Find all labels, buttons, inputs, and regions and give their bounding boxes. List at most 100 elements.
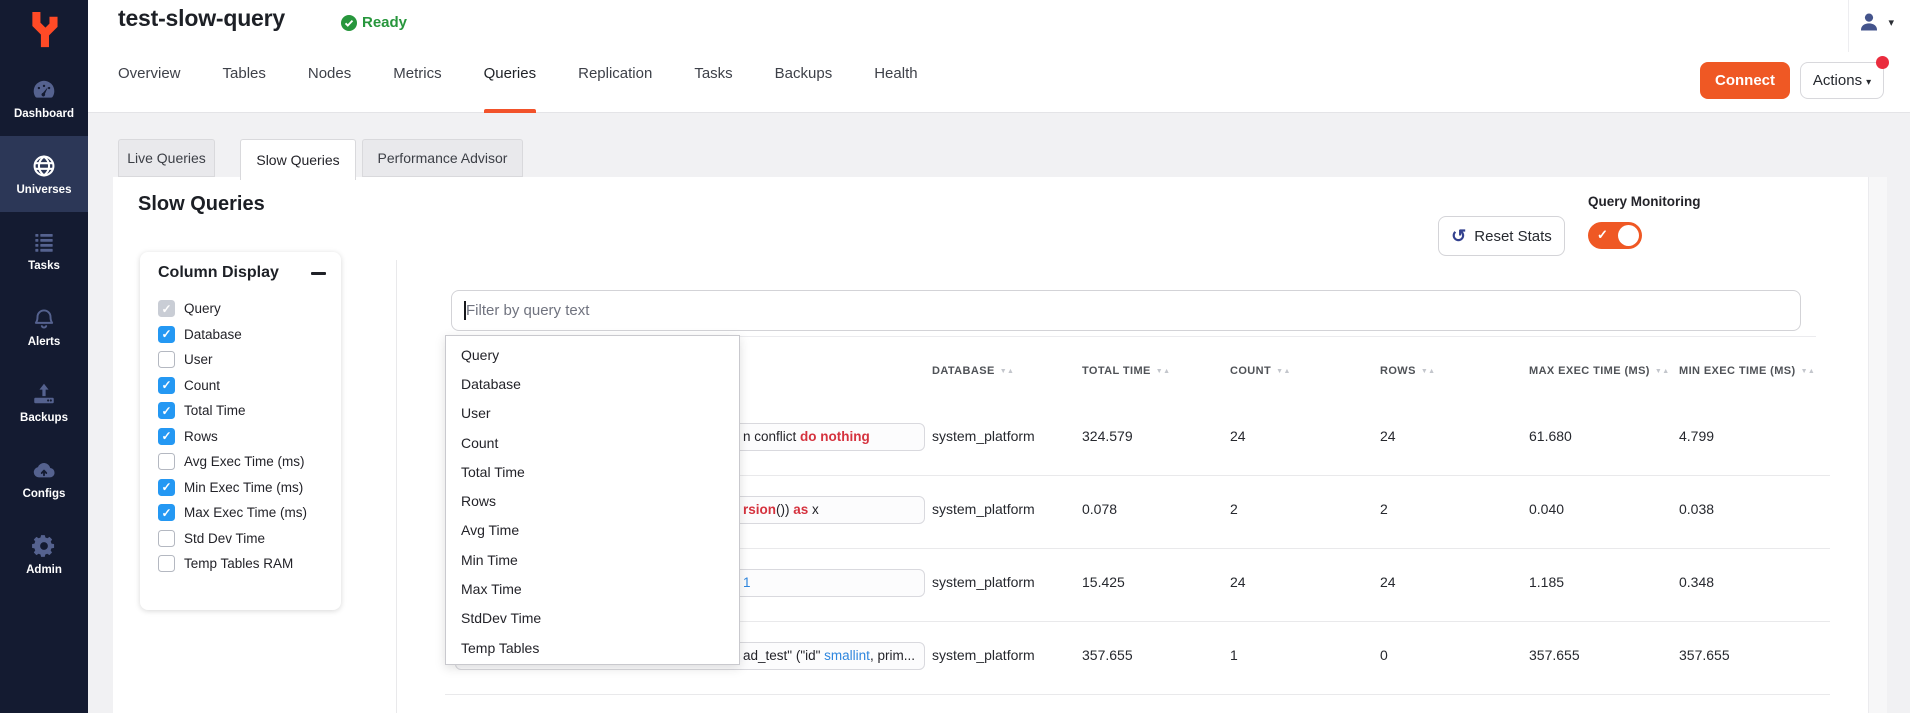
column-checkbox-count[interactable]: Count [158, 373, 335, 399]
sidebar-item-label: Universes [17, 184, 72, 196]
checkbox[interactable] [158, 479, 175, 496]
query-monitoring-toggle[interactable]: ✓ [1588, 222, 1642, 249]
column-header-total-time[interactable]: TOTAL TIME ▼▲ [1082, 365, 1170, 377]
dropdown-item-max-time[interactable]: Max Time [446, 574, 739, 603]
dropdown-item-total-time[interactable]: Total Time [446, 457, 739, 486]
chevron-down-icon: ▾ [1866, 77, 1871, 88]
sidebar-item-label: Backups [20, 412, 68, 424]
subtab-performance-advisor[interactable]: Performance Advisor [362, 139, 523, 177]
subtab-slow-queries[interactable]: Slow Queries [240, 139, 356, 180]
dropdown-item-stddev-time[interactable]: StdDev Time [446, 604, 739, 633]
column-checkbox-database[interactable]: Database [158, 322, 335, 348]
user-avatar-icon [1857, 10, 1881, 34]
column-checkbox-user[interactable]: User [158, 347, 335, 373]
checkbox-label: User [184, 352, 213, 367]
column-header-count[interactable]: COUNT▼▲ [1230, 365, 1291, 377]
column-header-min-exec-time-ms[interactable]: MIN EXEC TIME (MS)▼▲ [1679, 365, 1815, 377]
checkbox[interactable] [158, 530, 175, 547]
sidebar-item-alerts[interactable]: Alerts [0, 288, 88, 364]
checkbox[interactable] [158, 402, 175, 419]
checkbox[interactable] [158, 428, 175, 445]
query-segment: rsion [743, 502, 776, 517]
sidebar-item-label: Dashboard [14, 108, 74, 120]
sidebar-item-backups[interactable]: Backups [0, 364, 88, 440]
checkbox-label: Temp Tables RAM [184, 556, 293, 571]
dropdown-item-query[interactable]: Query [446, 340, 739, 369]
alerts-icon [31, 305, 57, 331]
collapse-icon[interactable] [311, 272, 326, 275]
checkbox[interactable] [158, 300, 175, 317]
column-checkbox-avg-exec-time-ms[interactable]: Avg Exec Time (ms) [158, 449, 335, 475]
dropdown-item-database[interactable]: Database [446, 369, 739, 398]
dropdown-item-temp-tables[interactable]: Temp Tables [446, 633, 739, 662]
dropdown-item-rows[interactable]: Rows [446, 486, 739, 515]
column-header-label: TOTAL TIME [1082, 365, 1151, 377]
sidebar-item-label: Alerts [28, 336, 61, 348]
scrollbar[interactable] [1868, 177, 1887, 713]
tab-tasks[interactable]: Tasks [694, 52, 732, 113]
checkbox-label: Query [184, 301, 221, 316]
checkbox[interactable] [158, 326, 175, 343]
connect-button[interactable]: Connect [1700, 62, 1790, 99]
checkbox-label: Total Time [184, 403, 246, 418]
query-filter-input[interactable] [451, 290, 1801, 331]
tab-label: Metrics [393, 65, 441, 82]
column-checkbox-list: Query Database User Count Total Time RowsAvg … [158, 296, 335, 577]
sidebar-item-label: Admin [26, 564, 62, 576]
checkbox[interactable] [158, 555, 175, 572]
column-checkbox-temp-tables-ram[interactable]: Temp Tables RAM [158, 551, 335, 577]
status-badge: Ready [341, 14, 407, 31]
sidebar-item-admin[interactable]: Admin [0, 516, 88, 592]
tasks-icon [31, 229, 57, 255]
column-header-database[interactable]: DATABASE▼▲ [932, 365, 1014, 377]
subtab-label: Performance Advisor [378, 150, 508, 166]
tab-label: Replication [578, 65, 652, 82]
top-header: test-slow-query Ready ▾ OverviewTablesNo… [88, 0, 1910, 113]
sidebar-item-universes[interactable]: Universes [0, 136, 88, 212]
tab-replication[interactable]: Replication [578, 52, 652, 113]
dropdown-item-count[interactable]: Count [446, 428, 739, 457]
sidebar-item-label: Configs [23, 488, 66, 500]
tab-metrics[interactable]: Metrics [393, 52, 441, 113]
column-checkbox-total-time[interactable]: Total Time [158, 398, 335, 424]
universe-tabs: Overview Tables Nodes Metrics Queries Replica… [118, 52, 918, 113]
query-segment: ad_test" ("id" [743, 648, 824, 663]
reset-icon: ↺ [1451, 227, 1466, 245]
sidebar-item-dashboard[interactable]: Dashboard [0, 60, 88, 136]
actions-button[interactable]: Actions▾ [1800, 62, 1884, 99]
cell-max-exec-time: 357.655 [1529, 647, 1580, 663]
tab-tables[interactable]: Tables [223, 52, 266, 113]
tab-label: Health [874, 65, 917, 82]
checkbox[interactable] [158, 351, 175, 368]
sort-icons: ▼▲ [1156, 368, 1171, 375]
column-checkbox-query[interactable]: Query [158, 296, 335, 322]
reset-stats-button[interactable]: ↺ Reset Stats [1438, 216, 1565, 256]
checkbox[interactable] [158, 377, 175, 394]
sidebar-item-configs[interactable]: Configs [0, 440, 88, 516]
dropdown-item-user[interactable]: User [446, 399, 739, 428]
tab-label: Backups [775, 65, 833, 82]
column-checkbox-std-dev-time[interactable]: Std Dev Time [158, 526, 335, 552]
tab-backups[interactable]: Backups [775, 52, 833, 113]
column-checkbox-min-exec-time-ms[interactable]: Min Exec Time (ms) [158, 475, 335, 501]
checkbox[interactable] [158, 504, 175, 521]
column-checkbox-rows[interactable]: Rows [158, 424, 335, 450]
sidebar-item-tasks[interactable]: Tasks [0, 212, 88, 288]
tab-queries[interactable]: Queries [484, 52, 537, 113]
cell-count: 24 [1230, 574, 1246, 590]
row-separator [445, 694, 1830, 695]
column-checkbox-max-exec-time-ms[interactable]: Max Exec Time (ms) [158, 500, 335, 526]
filter-suggestions-dropdown: QueryDatabaseUserCountTotal TimeRowsAvg … [445, 335, 740, 665]
dropdown-item-avg-time[interactable]: Avg Time [446, 516, 739, 545]
tab-nodes[interactable]: Nodes [308, 52, 351, 113]
dropdown-item-min-time[interactable]: Min Time [446, 545, 739, 574]
column-header-max-exec-time-ms[interactable]: MAX EXEC TIME (MS)▼▲ [1529, 365, 1670, 377]
tab-health[interactable]: Health [874, 52, 917, 113]
yugabyte-logo-icon[interactable] [0, 0, 88, 60]
tab-overview[interactable]: Overview [118, 52, 181, 113]
subtab-live-queries[interactable]: Live Queries [118, 139, 215, 177]
user-menu[interactable]: ▾ [1857, 10, 1894, 34]
checkbox[interactable] [158, 453, 175, 470]
column-header-rows[interactable]: ROWS▼▲ [1380, 365, 1436, 377]
app: Dashboard Universes Tasks Alerts Backups Conf… [0, 0, 1910, 713]
